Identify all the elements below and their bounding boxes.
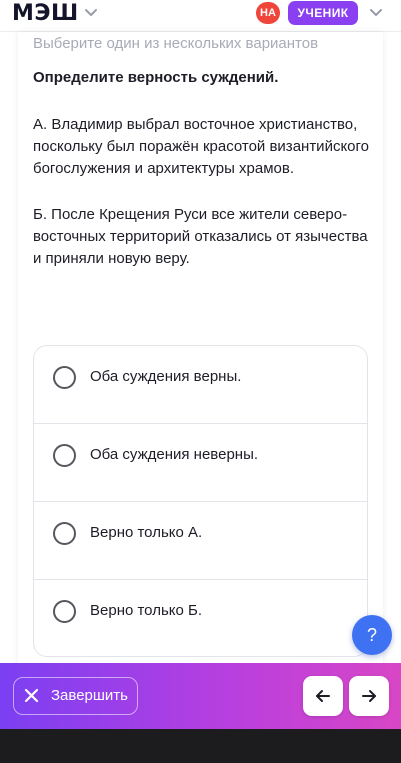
app-logo[interactable]: МЭШ <box>12 2 79 26</box>
answer-options: Оба суждения верны. Оба суждения неверны… <box>33 345 368 657</box>
answer-option-label: Верно только А. <box>90 524 203 541</box>
arrow-right-icon <box>362 690 376 702</box>
answer-option-label: Верно только Б. <box>90 602 203 619</box>
radio-button[interactable] <box>53 600 76 623</box>
chevron-down-icon[interactable] <box>369 8 383 18</box>
chevron-down-icon[interactable] <box>84 8 98 18</box>
arrow-left-icon <box>316 690 330 702</box>
radio-button[interactable] <box>53 522 76 545</box>
radio-button[interactable] <box>53 444 76 467</box>
answer-option-both-true[interactable]: Оба суждения верны. <box>34 346 367 424</box>
role-badge[interactable]: УЧЕНИК <box>288 1 358 25</box>
bottom-action-bar: Завершить <box>0 663 401 729</box>
app-header: МЭШ НА УЧЕНИК <box>0 0 401 32</box>
question-hint: Выберите один из нескольких вариантов <box>33 35 319 52</box>
statement-a: А. Владимир выбрал восточное христианств… <box>33 116 369 177</box>
statement-b: Б. После Крещения Руси все жители северо… <box>33 206 368 267</box>
finish-button[interactable]: Завершить <box>13 677 138 715</box>
question-title: Определите верность суждений. <box>33 69 279 86</box>
finish-button-label: Завершить <box>51 687 128 704</box>
answer-option-both-false[interactable]: Оба суждения неверны. <box>34 424 367 502</box>
system-navigation-bar <box>0 729 401 763</box>
na-badge[interactable]: НА <box>256 2 280 24</box>
previous-question-button[interactable] <box>303 676 343 716</box>
answer-option-label: Оба суждения верны. <box>90 368 242 385</box>
answer-option-only-a[interactable]: Верно только А. <box>34 502 367 580</box>
help-button[interactable]: ? <box>352 615 392 655</box>
next-question-button[interactable] <box>349 676 389 716</box>
close-icon <box>24 688 39 703</box>
radio-button[interactable] <box>53 366 76 389</box>
answer-option-only-b[interactable]: Верно только Б. <box>34 580 367 656</box>
answer-option-label: Оба суждения неверны. <box>90 446 259 463</box>
